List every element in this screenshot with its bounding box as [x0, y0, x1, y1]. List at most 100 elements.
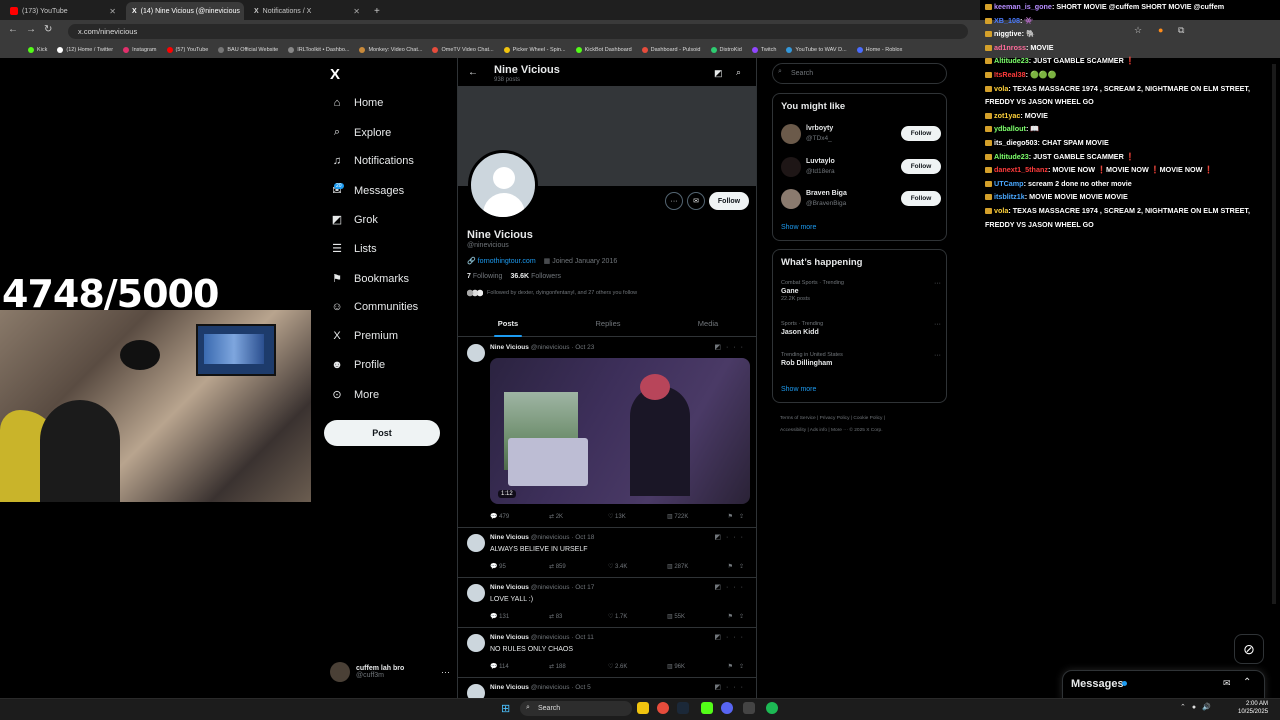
new-message-icon[interactable]: ✉ [1223, 678, 1231, 689]
more-options-icon[interactable]: ··· [934, 280, 941, 287]
suggestion-item[interactable]: Luvtaylo @td18era Follow [781, 155, 941, 179]
like-button[interactable]: ♡ 3.4K [608, 563, 667, 570]
back-icon[interactable]: ← [8, 24, 18, 35]
bookmark-item[interactable]: Home - Roblox [856, 47, 902, 53]
nav-explore[interactable]: ⌕ Explore [330, 126, 391, 139]
trend-item[interactable]: Trending in United States Rob Dillingham… [781, 352, 941, 367]
bookmark-share-icons[interactable]: ⚑⇪ [728, 613, 750, 620]
chat-username[interactable]: zot1yac [994, 111, 1020, 120]
bookmark-item[interactable]: YouTube to WAV D... [786, 47, 847, 53]
chat-username[interactable]: danext1_5thanz [994, 165, 1048, 174]
like-button[interactable]: ♡ 2.6K [608, 663, 667, 670]
bookmark-item[interactable]: DistroKid [710, 47, 742, 53]
chat-username[interactable]: XB_108 [994, 16, 1020, 25]
suggestion-item[interactable]: Braven Biga @BravenBiga Follow [781, 187, 941, 211]
bookmark-item[interactable]: Instagram [123, 47, 157, 53]
x-logo-icon[interactable]: X [330, 66, 340, 83]
suggestion-item[interactable]: lvrboyty @TDx4_ Follow [781, 122, 941, 146]
trend-item[interactable]: Sports · Trending Jason Kidd ··· [781, 321, 941, 336]
tweet[interactable]: Nine Vicious @ninevicious · Oct 11 ◩··· … [458, 628, 756, 678]
spotify-icon[interactable] [766, 702, 778, 714]
chat-username[interactable]: Altitude23 [994, 152, 1029, 161]
follow-button[interactable]: Follow [709, 192, 749, 210]
nav-more[interactable]: ⊙ More [330, 388, 379, 402]
chat-username[interactable]: ad1nross [994, 43, 1026, 52]
nav-communities[interactable]: ☺ Communities [330, 301, 418, 313]
bookmark-item[interactable]: KickBot Dashboard [575, 47, 632, 53]
views-button[interactable]: ▥ 96K [667, 663, 726, 670]
reply-button[interactable]: 💬 131 [490, 613, 549, 620]
repost-button[interactable]: ⇄ 188 [549, 663, 608, 670]
file-explorer-icon[interactable] [637, 702, 649, 714]
chat-username[interactable]: vola [994, 206, 1008, 215]
bookmark-share-icons[interactable]: ⚑⇪ [728, 563, 750, 570]
bookmark-item[interactable]: Monkey: Video Chat... [359, 47, 422, 53]
close-icon[interactable]: ✕ [353, 7, 360, 16]
footer-links-2[interactable]: Accessibility | Ads info | More ··· © 20… [780, 425, 950, 437]
footer-links-1[interactable]: Terms of Service | Privacy Policy | Cook… [780, 413, 950, 425]
bookmark-item[interactable]: Twitch [751, 47, 776, 53]
bookmark-item[interactable]: (12) Home / Twitter [57, 47, 113, 53]
trend-item[interactable]: Combat Sports · Trending Gane 22.2K post… [781, 280, 941, 302]
tab-media[interactable]: Media [658, 311, 756, 336]
tab-youtube[interactable]: (173) YouTube ✕ [4, 2, 122, 20]
follow-button[interactable]: Follow [901, 159, 941, 174]
reply-button[interactable]: 💬 114 [490, 663, 549, 670]
nav-premium[interactable]: X Premium [330, 330, 398, 342]
nav-bookmarks[interactable]: ⚑ Bookmarks [330, 272, 409, 286]
bookmark-item[interactable]: (57) YouTube [166, 47, 208, 53]
chat-username[interactable]: Altitude23 [994, 56, 1029, 65]
search-input[interactable]: Search [772, 63, 947, 84]
grok-icon[interactable]: ⊘ [1234, 634, 1264, 664]
chat-username[interactable]: itsblitz1k [994, 192, 1025, 201]
more-options-icon[interactable]: ··· [665, 192, 683, 210]
tab-posts[interactable]: Posts [458, 311, 558, 337]
discord-icon[interactable] [721, 702, 733, 714]
bookmark-item[interactable]: BAU Official Website [218, 47, 278, 53]
tweet[interactable]: Nine Vicious @ninevicious · Oct 17 ◩··· … [458, 578, 756, 628]
nav-profile[interactable]: ☻ Profile [330, 359, 385, 371]
follow-button[interactable]: Follow [901, 126, 941, 141]
nav-notifications[interactable]: ♫ Notifications [330, 155, 414, 167]
system-tray-icons[interactable]: ⌃●🔊 [1180, 703, 1217, 711]
repost-button[interactable]: ⇄ 83 [549, 613, 608, 620]
chat-username[interactable]: ydballout [994, 124, 1026, 133]
more-options-icon[interactable]: ··· [934, 321, 941, 328]
tab-replies[interactable]: Replies [558, 311, 658, 336]
close-icon[interactable]: ✕ [109, 7, 116, 16]
show-more-link[interactable]: Show more [781, 224, 816, 231]
tweet[interactable]: Nine Vicious @ninevicious · Oct 23 ◩··· … [458, 338, 756, 528]
taskbar-search[interactable]: Search [520, 701, 632, 716]
chat-username[interactable]: vola [994, 84, 1008, 93]
bookmark-share-icons[interactable]: ⚑⇪ [728, 513, 750, 520]
follow-button[interactable]: Follow [901, 191, 941, 206]
bookmark-item[interactable]: OmeTV Video Chat... [432, 47, 494, 53]
chat-username[interactable]: keeman_is_gone [994, 2, 1052, 11]
tweet-menu-icon[interactable]: ◩··· [714, 683, 748, 691]
like-button[interactable]: ♡ 13K [608, 513, 667, 520]
grok-icon[interactable]: ◩ [714, 68, 723, 79]
views-button[interactable]: ▥ 55K [667, 613, 726, 620]
chevron-up-icon[interactable]: ⌃ [1243, 677, 1251, 688]
more-options-icon[interactable]: ··· [441, 667, 450, 677]
tweet-menu-icon[interactable]: ◩··· [714, 343, 748, 351]
profile-avatar[interactable] [468, 150, 538, 220]
show-more-link[interactable]: Show more [781, 386, 816, 393]
search-icon[interactable]: ⌕ [736, 67, 741, 78]
new-tab-button[interactable]: + [374, 6, 380, 17]
taskbar-clock[interactable]: 2:00 AM 10/25/2025 [1238, 700, 1268, 716]
nav-home[interactable]: ⌂ Home [330, 97, 384, 109]
post-button[interactable]: Post [324, 420, 440, 446]
bookmark-item[interactable]: Dashboard - Pulsoid [641, 47, 701, 53]
obs-icon[interactable] [743, 702, 755, 714]
bookmark-item[interactable]: Picker Wheel - Spin... [503, 47, 566, 53]
steam-icon[interactable] [677, 702, 689, 714]
tweet-menu-icon[interactable]: ◩··· [714, 583, 748, 591]
chat-username[interactable]: its_diego503 [994, 138, 1038, 147]
tab-x-notifications[interactable]: X Notifications / X ✕ [248, 2, 366, 20]
bookmark-item[interactable]: IRLToolkit • Dashbo... [288, 47, 349, 53]
messages-drawer[interactable]: Messages ✉ ⌃ [1062, 670, 1265, 700]
chrome-icon[interactable] [657, 702, 669, 714]
reply-button[interactable]: 💬 479 [490, 513, 549, 520]
tweet[interactable]: Nine Vicious @ninevicious · Oct 18 ◩··· … [458, 528, 756, 578]
